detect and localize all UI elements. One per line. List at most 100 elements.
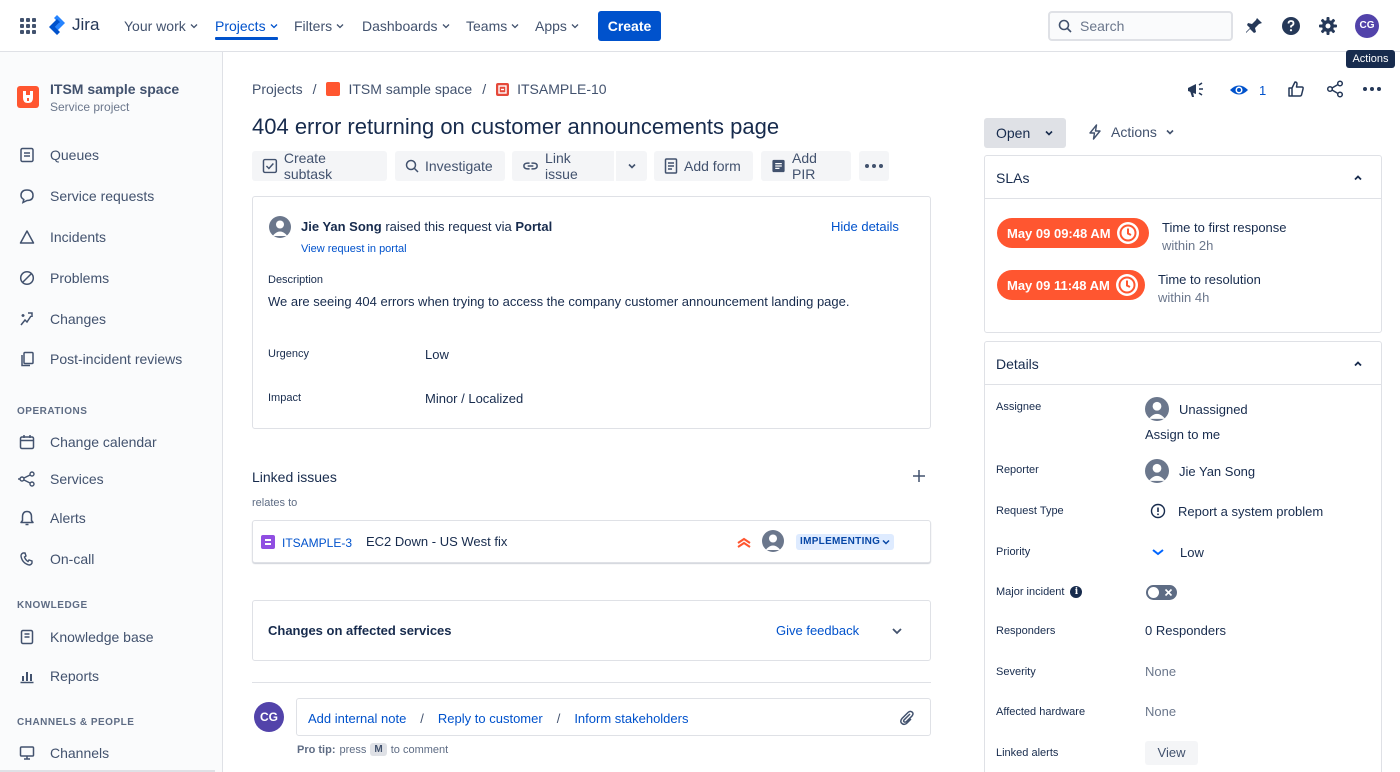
subtask-type-icon [261,535,275,549]
nav-teams[interactable]: Teams [466,0,519,52]
status-transition-button[interactable]: Open [984,118,1066,148]
add-form-button[interactable]: Add form [654,151,753,181]
sla-first-response-name: Time to first response [1162,220,1287,235]
sidebar-item-queues[interactable]: Queues [17,145,99,165]
nav-filters[interactable]: Filters [294,0,344,52]
sidebar-item-label: Services [50,471,104,487]
urgency-value[interactable]: Low [425,347,449,362]
details-header[interactable]: Details [985,342,1381,385]
jira-logo[interactable]: Jira [48,14,99,36]
watchers-count: 1 [1259,82,1267,98]
chevron-up-icon[interactable] [1352,358,1364,370]
add-pir-button[interactable]: Add PIR [761,150,851,182]
user-avatar[interactable]: CG [1355,14,1379,38]
breadcrumb-separator: / [312,81,317,97]
more-horizontal-icon[interactable] [1363,87,1381,91]
breadcrumb: Projects / ITSM sample space / ITSAMPLE-… [252,81,607,97]
sidebar-item-changes[interactable]: Changes [17,309,106,329]
responders-value[interactable]: 0 Responders [1145,623,1226,638]
feedback-megaphone-icon[interactable] [1186,80,1208,100]
notifications-icon[interactable] [1244,16,1264,36]
issue-title[interactable]: 404 error returning on customer announce… [252,114,779,140]
status-lozenge[interactable]: IMPLEMENTING [796,534,895,550]
give-feedback-link[interactable]: Give feedback [776,623,859,638]
sidebar-item-on-call[interactable]: On-call [17,549,94,569]
bell-icon [17,509,36,528]
clock-icon [1116,222,1139,244]
sidebar-item-services[interactable]: Services [17,469,104,489]
sidebar-item-incidents[interactable]: Incidents [17,227,106,247]
add-internal-note-link[interactable]: Add internal note [308,711,406,726]
sidebar-item-knowledge-base[interactable]: Knowledge base [17,627,154,647]
info-icon[interactable]: i [1070,586,1083,598]
button-label: Add form [684,158,741,174]
nav-apps[interactable]: Apps [535,0,579,52]
nav-projects[interactable]: Projects [215,0,278,52]
major-incident-toggle[interactable] [1146,585,1177,600]
sidebar-item-problems[interactable]: Problems [17,268,109,288]
request-channel: Portal [515,219,553,234]
thumbs-up-icon[interactable] [1287,80,1305,98]
nav-label: Apps [535,18,567,34]
chevron-up-icon[interactable] [1352,172,1364,184]
breadcrumb-project[interactable]: ITSM sample space [348,81,472,97]
section-channels-people: CHANNELS & PEOPLE [17,717,135,728]
linked-issue-row[interactable]: ITSAMPLE-3 EC2 Down - US West fix IMPLEM… [252,520,931,563]
link-issue-button[interactable]: Link issue [512,150,614,182]
reporter-name[interactable]: Jie Yan Song [301,219,382,234]
urgency-label: Urgency [268,348,309,360]
book-icon [17,628,36,647]
share-icon[interactable] [1326,80,1344,98]
search-input[interactable] [1080,18,1220,34]
watch-button[interactable]: 1 [1229,80,1266,100]
attachment-icon[interactable] [898,709,916,727]
priority-field[interactable]: Low [1150,544,1204,560]
more-actions-button[interactable] [859,151,889,181]
add-linked-issue-icon[interactable] [912,469,926,483]
description-text[interactable]: We are seeing 404 errors when trying to … [268,294,849,309]
actions-label: Actions [1111,124,1157,140]
search-box[interactable] [1048,11,1233,41]
sidebar-item-reports[interactable]: Reports [17,666,99,686]
chevron-down-icon[interactable] [891,625,903,637]
sidebar-item-change-calendar[interactable]: Change calendar [17,432,157,452]
nav-label: Teams [466,18,508,34]
severity-value[interactable]: None [1145,664,1176,679]
sidebar-item-channels[interactable]: Channels [17,743,109,763]
assign-to-me-link[interactable]: Assign to me [1145,427,1220,442]
view-alerts-button[interactable]: View [1145,741,1198,765]
hide-details-link[interactable]: Hide details [831,219,899,234]
app-switcher-icon[interactable] [20,18,36,34]
user-icon [269,216,291,238]
link-issue-dropdown[interactable] [616,151,647,181]
linked-alerts-label: Linked alerts [996,747,1059,759]
reporter-field[interactable]: Jie Yan Song [1145,459,1255,483]
nav-your-work[interactable]: Your work [124,0,198,52]
linked-issue-summary[interactable]: EC2 Down - US West fix [366,534,507,549]
affected-hardware-value[interactable]: None [1145,704,1176,719]
sidebar-item-alerts[interactable]: Alerts [17,508,86,528]
sidebar-item-post-incident-reviews[interactable]: Post-incident reviews [17,349,182,369]
actions-button[interactable]: Actions [1087,124,1175,140]
inform-stakeholders-link[interactable]: Inform stakeholders [574,711,688,726]
impact-value[interactable]: Minor / Localized [425,391,523,406]
toggle-knob [1148,587,1159,598]
assignee-field[interactable]: Unassigned [1145,397,1248,421]
reply-to-customer-link[interactable]: Reply to customer [438,711,543,726]
linked-issue-key[interactable]: ITSAMPLE-3 [282,536,352,550]
view-in-portal-link[interactable]: View request in portal [301,243,407,255]
investigate-button[interactable]: Investigate [395,151,505,181]
nav-dashboards[interactable]: Dashboards [362,0,450,52]
breadcrumb-issue-key[interactable]: ITSAMPLE-10 [517,81,606,97]
create-button[interactable]: Create [598,11,661,41]
sidebar-item-service-requests[interactable]: Service requests [17,186,154,206]
changes-affected-card[interactable]: Changes on affected services Give feedba… [252,600,931,661]
breadcrumb-projects[interactable]: Projects [252,81,303,97]
slas-header[interactable]: SLAs [985,156,1381,199]
comment-box[interactable]: Add internal note / Reply to customer / … [296,698,931,736]
settings-gear-icon[interactable] [1318,16,1338,36]
project-name[interactable]: ITSM sample space [50,81,179,97]
help-icon[interactable] [1281,16,1301,36]
request-type-field[interactable]: Report a system problem [1150,503,1323,519]
create-subtask-button[interactable]: Create subtask [252,150,387,182]
